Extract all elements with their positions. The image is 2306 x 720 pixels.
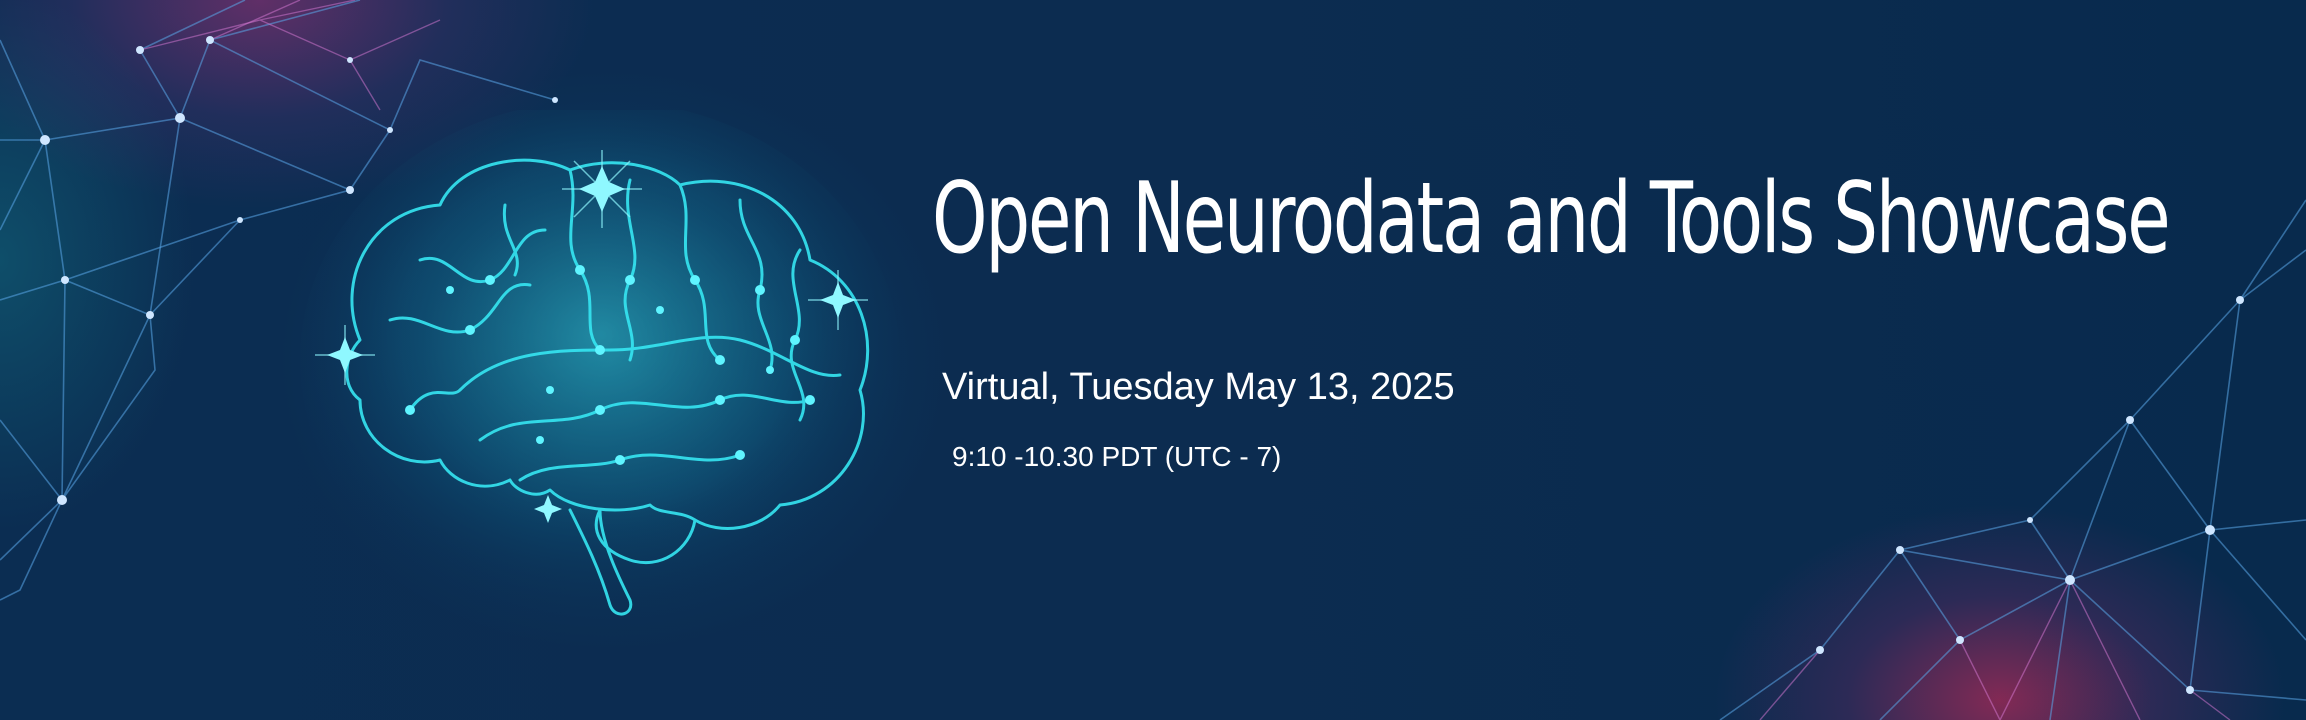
event-time: 9:10 -10.30 PDT (UTC - 7): [952, 441, 1282, 472]
glowing-brain-icon: [300, 110, 900, 620]
event-date: Virtual, Tuesday May 13, 2025: [942, 366, 1455, 408]
event-title: Open Neurodata and Tools Showcase: [932, 162, 2171, 276]
event-banner: Open Neurodata and Tools Showcase Virtua…: [0, 0, 2306, 720]
